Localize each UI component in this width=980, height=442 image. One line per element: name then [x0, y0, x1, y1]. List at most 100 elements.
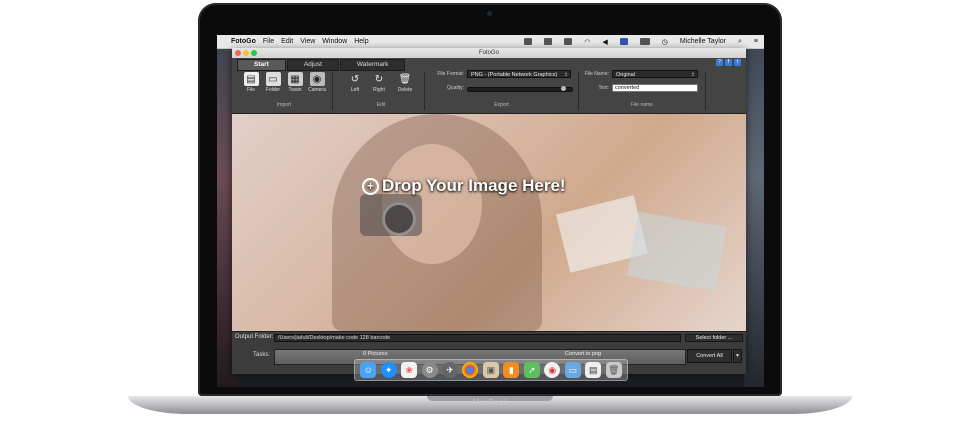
minimize-button[interactable] [243, 50, 249, 56]
separator [578, 72, 579, 110]
ibooks-icon[interactable]: ▮ [503, 362, 520, 378]
flag-icon[interactable] [619, 38, 628, 45]
drop-prompt-text: Drop Your Image Here! [382, 176, 566, 195]
separator [424, 72, 425, 110]
task-status: Convert to png [565, 351, 602, 357]
text-label: Text: [598, 85, 609, 91]
dock: ☺ ✦ ❀ ⚙ ✈ ▣ ▮ ➚ ◉ ▭ ▤ 🗑 [354, 359, 628, 381]
twitter-icon[interactable]: t [734, 59, 741, 66]
file-icon: ▤ [243, 72, 259, 86]
quality-slider-knob[interactable] [561, 86, 566, 91]
finder-icon[interactable]: ☺ [360, 362, 377, 378]
zoom-button[interactable] [251, 50, 257, 56]
output-folder-path[interactable]: /Users/jiafuli/Desktop/make code 128 bar… [274, 334, 681, 342]
menu-help[interactable]: Help [354, 38, 368, 45]
webcam [487, 11, 492, 16]
rotate-right-icon: ↻ [374, 73, 384, 85]
output-folder-label: Output Folder: [235, 334, 274, 340]
folder-icon[interactable]: ▭ [564, 362, 581, 378]
tasks-label: Tasks: [253, 352, 271, 358]
menu-window[interactable]: Window [322, 38, 347, 45]
import-folder-button[interactable]: ▭ Folder [262, 72, 284, 93]
pictures-count: 0 Pictures [363, 351, 388, 357]
tab-start[interactable]: Start [237, 59, 286, 71]
rotate-left-label: Left [350, 87, 360, 93]
drop-prompt: + Drop Your Image Here! [362, 176, 566, 196]
background-photo-prints [627, 211, 727, 292]
wifi-icon[interactable]: ◠ [584, 38, 590, 46]
filename-group-label: File name [631, 102, 653, 108]
title-bar: FotoGo [232, 48, 746, 58]
folder-icon: ▭ [265, 72, 281, 86]
file-name-select[interactable]: Original [612, 70, 698, 79]
tray-icon[interactable] [524, 38, 533, 45]
maps-icon[interactable]: ➚ [523, 362, 540, 378]
ribbon-toolbar: Start Adjust Watermark ? f t ▤ File ▭ Fo… [232, 58, 746, 114]
menu-app-name[interactable]: FotoGo [231, 38, 256, 45]
tab-watermark[interactable]: Watermark [339, 59, 406, 71]
battery-icon[interactable] [639, 38, 650, 45]
menu-edit[interactable]: Edit [281, 38, 293, 45]
rotate-right-label: Right [373, 87, 385, 93]
close-button[interactable] [235, 50, 241, 56]
search-icon[interactable]: ⌕ [738, 38, 742, 46]
add-circle-icon: + [362, 178, 379, 195]
desktop-wallpaper-right [744, 35, 764, 387]
airplay-icon[interactable] [564, 38, 573, 45]
clock-icon[interactable]: ◷ [662, 38, 668, 46]
file-format-select[interactable]: PNG - (Portable Network Graphics) [467, 70, 571, 79]
macbook-label: MacBook [472, 398, 508, 407]
delete-label: Delete [397, 87, 413, 93]
menu-bar: FotoGo File Edit View Window Help ◠ ◀ ◷ … [217, 35, 764, 49]
delete-button[interactable]: 🗑 Delete [394, 72, 416, 94]
rotate-left-button[interactable]: ↺ Left [344, 72, 366, 94]
import-file-label: File [246, 87, 256, 93]
help-icons: ? f t [716, 59, 741, 66]
notification-center-icon[interactable]: ≡ [754, 38, 758, 45]
separator [332, 72, 333, 110]
background-photo-lens [382, 202, 416, 236]
safari-icon[interactable]: ✦ [380, 362, 397, 378]
preview-icon[interactable]: ▣ [482, 362, 499, 378]
menu-user[interactable]: Michelle Taylor [680, 38, 726, 45]
tab-adjust[interactable]: Adjust [286, 59, 339, 71]
import-folder-label: Folder [265, 87, 281, 93]
chrome-icon[interactable] [462, 362, 479, 378]
convert-all-button[interactable]: Convert All [687, 349, 732, 363]
photos-icon[interactable]: ❀ [401, 362, 418, 378]
tab-strip: Start Adjust Watermark [237, 59, 406, 71]
trash-icon[interactable]: 🗑 [605, 362, 622, 378]
file-name-label: File Name: [584, 71, 609, 77]
launchpad-icon[interactable]: ✈ [442, 362, 459, 378]
rotate-left-icon: ↺ [350, 73, 360, 85]
rotate-right-button[interactable]: ↻ Right [368, 72, 390, 94]
system-preferences-icon[interactable]: ⚙ [421, 362, 438, 378]
image-drop-area[interactable]: + Drop Your Image Here! [232, 114, 746, 331]
help-icon[interactable]: ? [716, 59, 723, 66]
import-camera-button[interactable]: ◉ Camera [306, 72, 328, 93]
separator [705, 72, 706, 110]
document-icon[interactable]: ▤ [585, 362, 602, 378]
select-folder-button[interactable]: Select folder ... [685, 334, 743, 342]
import-group-label: Import [276, 102, 292, 108]
app-window: FotoGo Start Adjust Watermark ? f t ▤ Fi… [232, 48, 746, 374]
convert-options-dropdown[interactable]: ▾ [733, 349, 742, 363]
menu-file[interactable]: File [263, 38, 274, 45]
menu-view[interactable]: View [300, 38, 315, 45]
volume-icon[interactable]: ◀ [602, 38, 607, 46]
import-twain-button[interactable]: ▦ Twain [284, 72, 306, 93]
screen: FotoGo File Edit View Window Help ◠ ◀ ◷ … [217, 35, 764, 387]
fotogo-icon[interactable]: ◉ [544, 362, 561, 378]
import-twain-label: Twain [288, 87, 302, 93]
filename-text-input[interactable]: converted [612, 84, 698, 92]
import-file-button[interactable]: ▤ File [240, 72, 262, 93]
window-title: FotoGo [478, 50, 499, 56]
display-icon[interactable] [544, 38, 553, 45]
quality-label: Quality: [447, 85, 464, 91]
trash-icon: 🗑 [398, 73, 412, 85]
quality-slider[interactable] [467, 87, 573, 92]
export-group-label: Export [494, 102, 509, 108]
file-format-label: File Format: [437, 71, 464, 77]
facebook-icon[interactable]: f [725, 59, 732, 66]
import-camera-label: Camera [308, 87, 326, 93]
